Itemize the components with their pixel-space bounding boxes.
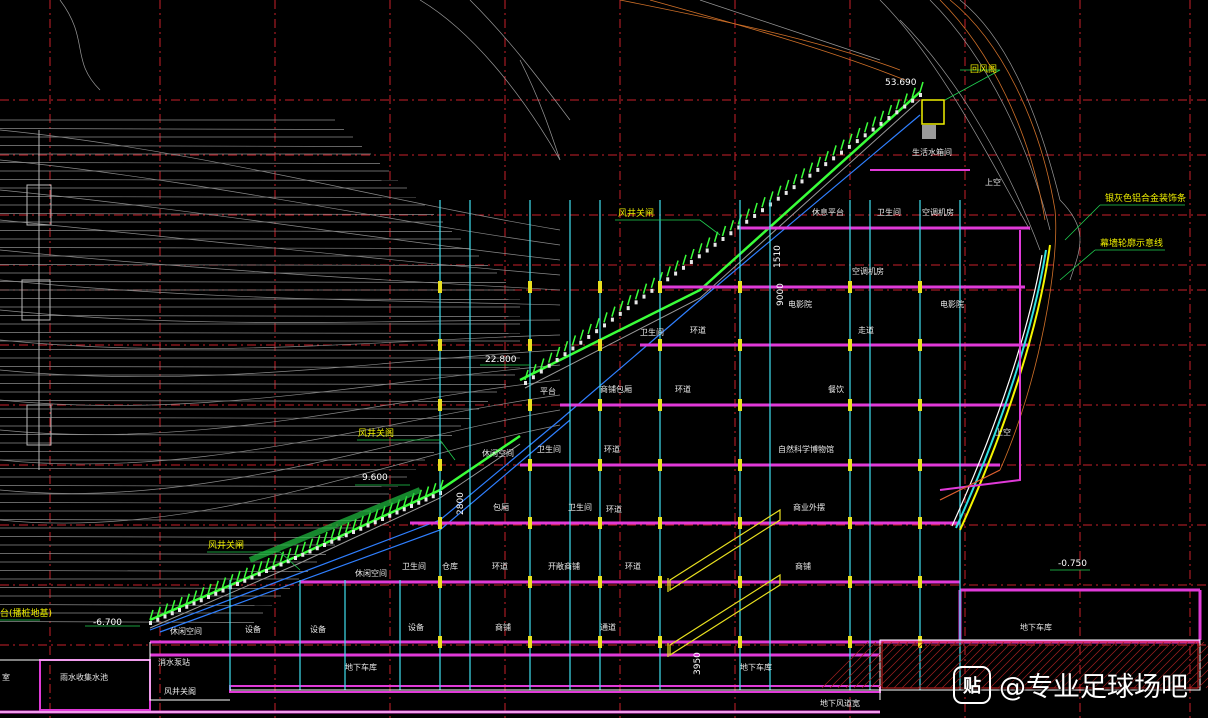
room-pass-g: 通道 bbox=[600, 622, 616, 632]
room-ring-l5: 环道 bbox=[690, 325, 706, 335]
elev-top: 53.690 bbox=[885, 78, 917, 88]
room-equip2: 设备 bbox=[310, 624, 326, 634]
room-up2: 上空 bbox=[995, 427, 1011, 437]
room-rest-l1: 休闲空间 bbox=[355, 568, 387, 578]
room-cinema2: 电影院 bbox=[940, 299, 964, 309]
elev-upper: 22.800 bbox=[485, 355, 517, 365]
room-pump: 消水泵站 bbox=[158, 657, 190, 667]
elev-right: -0.750 bbox=[1058, 559, 1087, 569]
callout-curtain-line: 幕墙轮廓示意线 bbox=[1100, 237, 1163, 249]
dim-3950: 3950 bbox=[693, 652, 703, 675]
watermark: 贴 @专业足球场吧 bbox=[953, 665, 1188, 704]
room-mall-l2: 商业外摆 bbox=[793, 502, 825, 512]
elev-left: -6.700 bbox=[93, 618, 122, 628]
callout-return-air: 回风阁 bbox=[970, 63, 997, 75]
room-rest-l3: 休闲空间 bbox=[482, 448, 514, 458]
callout-cladding: 银灰色铝合金装饰条 bbox=[1105, 192, 1186, 204]
room-air-duct: 地下风道宽 bbox=[820, 698, 860, 708]
room-platform: 平台 bbox=[540, 386, 556, 396]
room-ring-l2: 环道 bbox=[606, 504, 622, 514]
room-rest-platform: 休息平台 bbox=[812, 207, 844, 217]
room-garage3: 地下车库 bbox=[1020, 622, 1052, 632]
room-ring-l3: 环道 bbox=[604, 444, 620, 454]
room-storage: 仓库 bbox=[442, 561, 458, 571]
leader-lines bbox=[0, 69, 1185, 627]
room-toilet-l5: 卫生间 bbox=[640, 327, 664, 337]
stair-towers bbox=[21, 130, 52, 470]
room-ring-l1: 环道 bbox=[492, 561, 508, 571]
room-shop-g: 商铺 bbox=[495, 622, 511, 632]
dim-1510: 1510 bbox=[773, 245, 783, 268]
room-ac2: 空调机房 bbox=[852, 266, 884, 276]
room-shaft-low: 风井关阁 bbox=[164, 686, 196, 696]
room-ac: 空调机房 bbox=[922, 207, 954, 217]
room-toilet-l1: 卫生间 bbox=[402, 561, 426, 571]
room-ring-l1b: 环道 bbox=[625, 561, 641, 571]
callout-left-edge: 台(播桩地基) bbox=[0, 607, 52, 619]
room-ring-l4: 环道 bbox=[675, 384, 691, 394]
dim-9000: 9000 bbox=[776, 283, 786, 306]
room-rest-g: 休闲空间 bbox=[170, 626, 202, 636]
callout-shaft-upper: 风井关闸 bbox=[618, 207, 654, 219]
room-equip3: 设备 bbox=[408, 622, 424, 632]
callout-shaft-low: 风井关闸 bbox=[208, 539, 244, 551]
dim-2800: 2800 bbox=[456, 492, 466, 515]
roof-truss bbox=[149, 81, 924, 629]
room-cinema1: 电影院 bbox=[788, 299, 812, 309]
room-corner: 室 bbox=[2, 672, 10, 682]
room-shop-l4b: 餐饮 bbox=[828, 384, 844, 394]
room-box: 包厢 bbox=[493, 502, 509, 512]
room-garage1: 地下车库 bbox=[345, 662, 377, 672]
curtain-wall bbox=[939, 230, 1051, 531]
room-rain-pool: 雨水收集水池 bbox=[60, 672, 108, 682]
room-toilet-top: 卫生间 bbox=[877, 207, 901, 217]
elev-mid: 9.600 bbox=[362, 473, 388, 483]
room-shop-l1: 商铺 bbox=[795, 561, 811, 571]
room-up: 上空 bbox=[985, 177, 1001, 187]
room-cafe: 开敞商铺 bbox=[548, 561, 580, 571]
room-museum: 自然科学博物馆 bbox=[778, 444, 834, 454]
room-corridor-top: 走道 bbox=[858, 325, 874, 335]
watermark-text: @专业足球场吧 bbox=[999, 672, 1188, 703]
room-garage2: 地下车库 bbox=[740, 662, 772, 672]
room-toilet-l2: 卫生间 bbox=[568, 502, 592, 512]
roof-top-cap bbox=[921, 99, 945, 139]
room-water-tank: 生活水箱间 bbox=[912, 147, 952, 157]
room-equip: 设备 bbox=[245, 624, 261, 634]
room-shop-l4: 商铺包厢 bbox=[600, 384, 632, 394]
axis-grid bbox=[0, 0, 1208, 718]
columns bbox=[229, 200, 961, 690]
watermark-logo-icon: 贴 bbox=[953, 665, 991, 704]
section-drawing: 53.690 22.800 9.600 -6.700 -0.750 回风阁 银灰… bbox=[0, 0, 1208, 718]
callout-shaft-mid: 风井关阁 bbox=[358, 427, 394, 439]
room-toilet-l3: 卫生间 bbox=[537, 444, 561, 454]
